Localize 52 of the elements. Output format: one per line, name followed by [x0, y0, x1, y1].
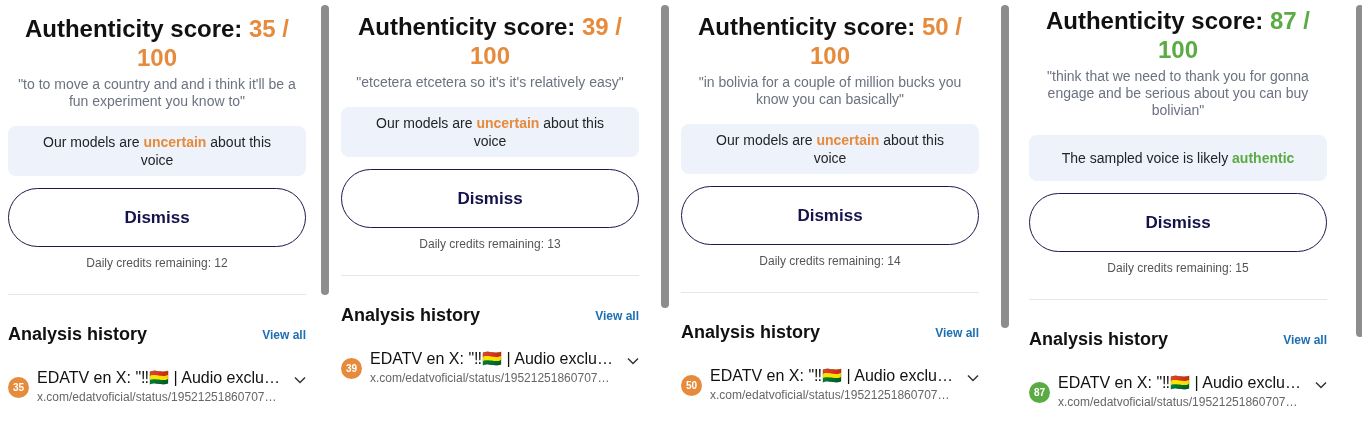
history-item[interactable]: 39 EDATV en X: "‼🇧🇴 | Audio exclu… x.com/edatvoficial/status/19521251860707…	[341, 349, 639, 387]
history-item[interactable]: 87 EDATV en X: "‼🇧🇴 | Audio exclu… x.com/edatvoficial/status/19521251860707…	[1029, 373, 1327, 411]
history-url: x.com/edatvoficial/status/19521251860707…	[1058, 394, 1299, 411]
score-heading: Authenticity score: 39 / 100	[356, 12, 624, 70]
history-url: x.com/edatvoficial/status/19521251860707…	[370, 370, 611, 387]
transcript-quote: "in bolivia for a couple of million bucks you know you can basically"	[697, 74, 963, 108]
credits-text: Daily credits remaining: 12	[85, 255, 229, 272]
history-title: EDATV en X: "‼🇧🇴 | Audio exclu…	[370, 349, 614, 369]
section-title: Analysis history	[341, 304, 481, 327]
score-heading: Authenticity score: 50 / 100	[696, 12, 964, 70]
section-title: Analysis history	[8, 323, 148, 346]
history-item[interactable]: 35 EDATV en X: "‼🇧🇴 | Audio exclu… x.com/edatvoficial/status/19521251860707…	[8, 368, 306, 406]
score-badge: 50	[681, 374, 702, 396]
verdict-message: Our models are uncertain about this voice	[341, 107, 639, 157]
dismiss-button[interactable]: Dismiss	[8, 188, 306, 247]
scrollbar-thumb[interactable]	[1001, 5, 1009, 328]
history-url: x.com/edatvoficial/status/19521251860707…	[710, 387, 951, 404]
verdict-message: Our models are uncertain about this voice	[681, 124, 979, 174]
score-heading: Authenticity score: 87 / 100	[1044, 6, 1312, 64]
section-title: Analysis history	[1029, 328, 1169, 351]
history-title: EDATV en X: "‼🇧🇴 | Audio exclu…	[710, 366, 954, 386]
section-title: Analysis history	[681, 321, 821, 344]
dismiss-button[interactable]: Dismiss	[681, 186, 979, 245]
chevron-down-icon[interactable]	[294, 376, 306, 384]
view-all-link[interactable]: View all	[262, 325, 306, 344]
transcript-quote: "etcetera etcetera so it's it's relatively easy"	[355, 74, 625, 91]
view-all-link[interactable]: View all	[1283, 330, 1327, 349]
history-url: x.com/edatvoficial/status/19521251860707…	[37, 389, 278, 406]
view-all-link[interactable]: View all	[935, 323, 979, 342]
verdict-message: The sampled voice is likely authentic	[1029, 135, 1327, 181]
chevron-down-icon[interactable]	[967, 374, 979, 382]
view-all-link[interactable]: View all	[595, 306, 639, 325]
credits-text: Daily credits remaining: 15	[1106, 260, 1250, 277]
transcript-quote: "to to move a country and and i think it'll be a fun experiment you know to"	[17, 76, 297, 110]
score-heading: Authenticity score: 35 / 100	[23, 14, 291, 72]
history-title: EDATV en X: "‼🇧🇴 | Audio exclu…	[1058, 373, 1302, 393]
scrollbar-thumb[interactable]	[321, 5, 329, 295]
dismiss-button[interactable]: Dismiss	[1029, 193, 1327, 252]
score-badge: 87	[1029, 381, 1050, 403]
verdict-message: Our models are uncertain about this voice	[8, 126, 306, 176]
credits-text: Daily credits remaining: 14	[758, 253, 902, 270]
history-item[interactable]: 50 EDATV en X: "‼🇧🇴 | Audio exclu… x.com/edatvoficial/status/19521251860707…	[681, 366, 979, 404]
transcript-quote: "think that we need to thank you for gonna engage and be serious about you can buy bolivian"	[1046, 68, 1310, 119]
scrollbar-thumb[interactable]	[1356, 5, 1362, 337]
chevron-down-icon[interactable]	[1315, 381, 1327, 389]
score-badge: 39	[341, 357, 362, 379]
credits-text: Daily credits remaining: 13	[418, 236, 562, 253]
dismiss-button[interactable]: Dismiss	[341, 169, 639, 228]
history-title: EDATV en X: "‼🇧🇴 | Audio exclu…	[37, 368, 281, 388]
score-badge: 35	[8, 376, 29, 398]
chevron-down-icon[interactable]	[627, 357, 639, 365]
scrollbar-thumb[interactable]	[661, 5, 669, 308]
